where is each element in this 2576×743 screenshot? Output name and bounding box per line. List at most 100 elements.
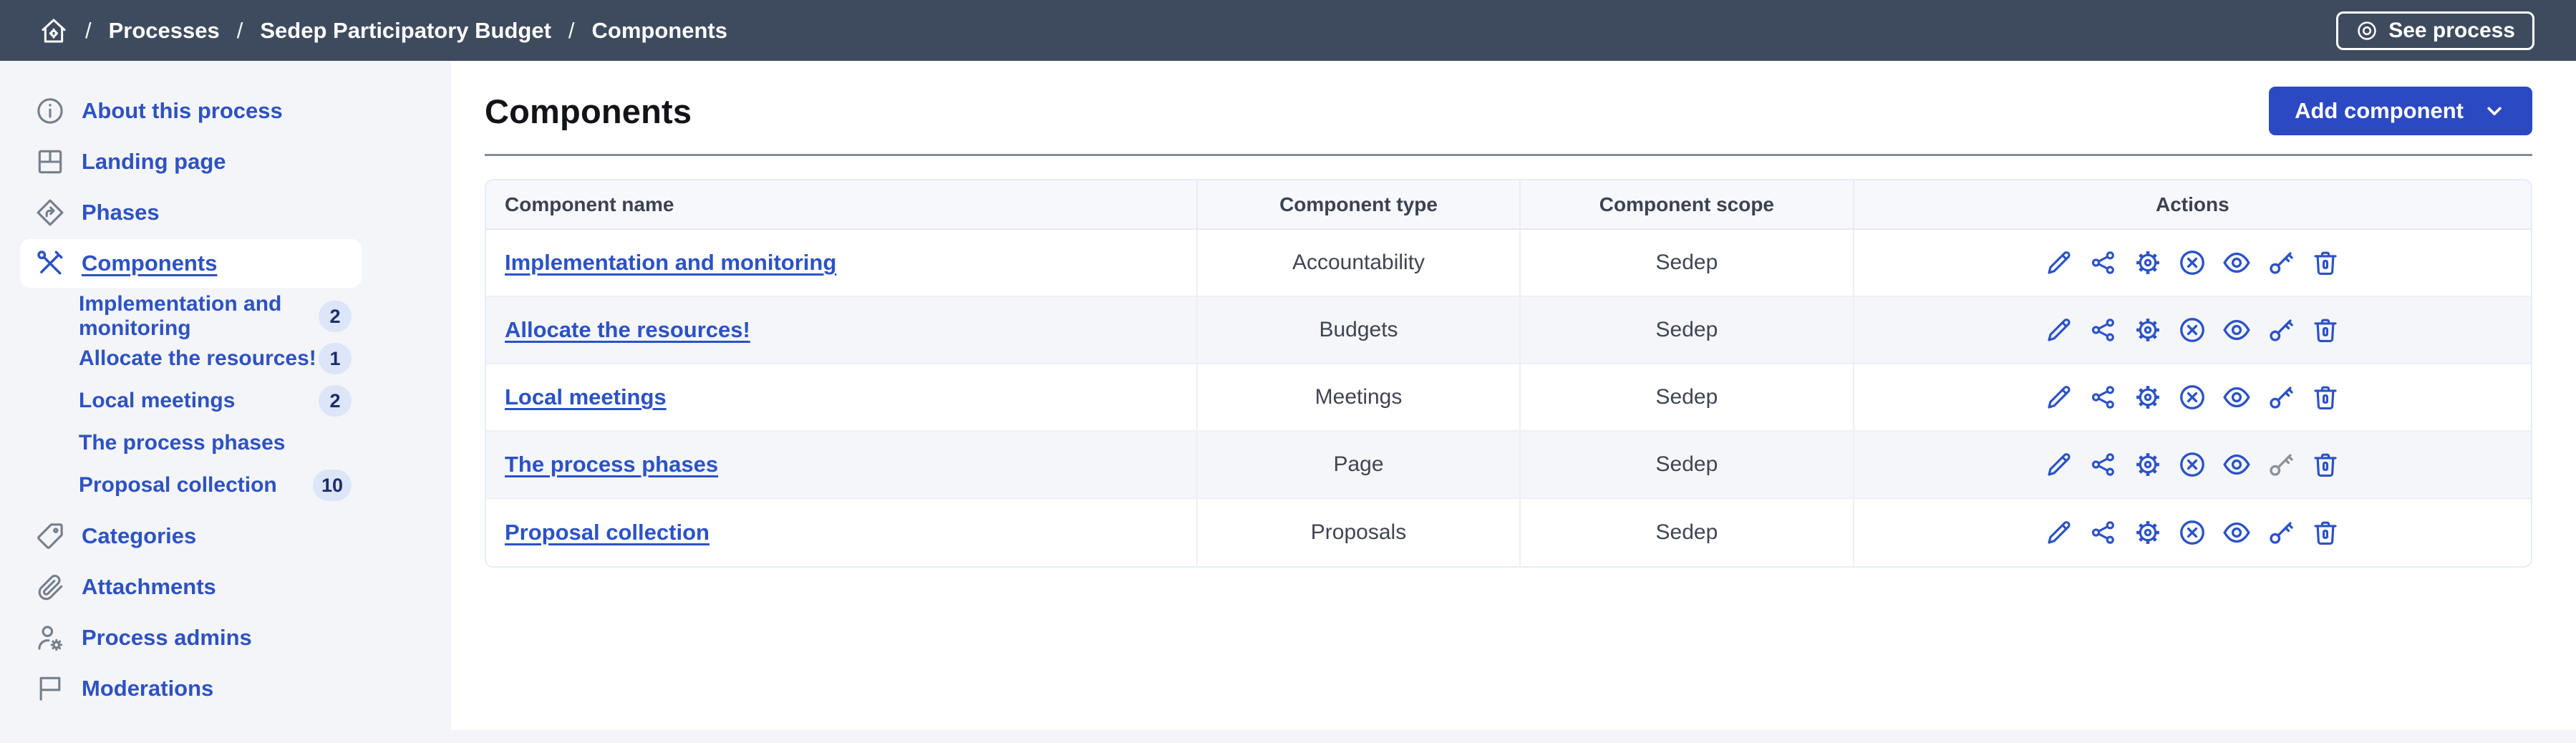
main-content: Components Add component Component name … [451, 61, 2576, 730]
component-scope-cell: Sedep [1521, 364, 1854, 432]
edit-icon[interactable] [2044, 518, 2074, 548]
permissions-key-icon[interactable] [2266, 248, 2296, 278]
components-submenu: Implementation and monitoring 2 Allocate… [0, 289, 451, 510]
breadcrumb-process-title[interactable]: Sedep Participatory Budget [260, 18, 551, 44]
unpublish-circle-x-icon[interactable] [2177, 450, 2207, 480]
breadcrumb-components[interactable]: Components [592, 18, 727, 44]
settings-icon[interactable] [2133, 382, 2163, 412]
component-type-cell: Proposals [1198, 499, 1521, 566]
preview-eye-icon[interactable] [2222, 248, 2252, 278]
flag-icon [34, 673, 66, 704]
sidebar-subitem-process-phases[interactable]: The process phases [0, 422, 451, 464]
sidebar-subitem-allocate-resources[interactable]: Allocate the resources! 1 [0, 337, 451, 379]
table-header-row: Component name Component type Component … [486, 180, 2531, 230]
preview-eye-icon[interactable] [2222, 315, 2252, 345]
sidebar-item-about[interactable]: About this process [0, 85, 451, 136]
sidebar-subitem-implementation[interactable]: Implementation and monitoring 2 [0, 295, 451, 337]
admin-top-bar: / Processes / Sedep Participatory Budget… [0, 0, 2576, 61]
sidebar-item-attachments[interactable]: Attachments [0, 561, 451, 612]
component-name-link[interactable]: Allocate the resources! [505, 317, 750, 342]
layout-grid-icon [34, 146, 66, 178]
count-badge: 1 [319, 343, 352, 374]
delete-trash-icon[interactable] [2310, 450, 2340, 480]
sidebar-item-categories[interactable]: Categories [0, 510, 451, 561]
info-circle-icon [34, 95, 66, 127]
share-icon[interactable] [2088, 450, 2119, 480]
delete-trash-icon[interactable] [2310, 248, 2340, 278]
preview-eye-icon[interactable] [2222, 518, 2252, 548]
edit-icon[interactable] [2044, 315, 2074, 345]
sidebar-subitem-local-meetings[interactable]: Local meetings 2 [0, 379, 451, 422]
count-badge: 2 [319, 385, 352, 417]
edit-icon[interactable] [2044, 248, 2074, 278]
add-component-button[interactable]: Add component [2269, 87, 2532, 135]
see-process-button[interactable]: See process [2336, 11, 2534, 50]
edit-icon[interactable] [2044, 382, 2074, 412]
column-header-component-type: Component type [1198, 180, 1521, 230]
share-icon[interactable] [2088, 518, 2119, 548]
component-type-cell: Budgets [1198, 297, 1521, 364]
breadcrumb-separator: / [85, 18, 92, 44]
permissions-key-icon[interactable] [2266, 518, 2296, 548]
chevron-down-icon [2482, 99, 2507, 123]
component-name-link[interactable]: Implementation and monitoring [505, 250, 836, 275]
delete-trash-icon[interactable] [2310, 382, 2340, 412]
component-type-cell: Meetings [1198, 364, 1521, 432]
settings-icon[interactable] [2133, 450, 2163, 480]
breadcrumb: / Processes / Sedep Participatory Budget… [39, 16, 727, 45]
unpublish-circle-x-icon[interactable] [2177, 248, 2207, 278]
table-row: Proposal collection Proposals Sedep [486, 499, 2531, 566]
breadcrumb-separator: / [568, 18, 575, 44]
preview-eye-icon[interactable] [2222, 450, 2252, 480]
page-title: Components [485, 92, 692, 131]
settings-icon[interactable] [2133, 248, 2163, 278]
delete-trash-icon[interactable] [2310, 518, 2340, 548]
title-divider [485, 154, 2532, 156]
breadcrumb-processes[interactable]: Processes [109, 18, 220, 44]
sidebar-item-landing-page[interactable]: Landing page [0, 136, 451, 187]
table-row: Local meetings Meetings Sedep [486, 364, 2531, 432]
component-scope-cell: Sedep [1521, 499, 1854, 566]
user-gear-icon [34, 622, 66, 654]
component-type-cell: Page [1198, 432, 1521, 499]
column-header-component-name: Component name [486, 180, 1198, 230]
settings-icon[interactable] [2133, 518, 2163, 548]
eye-target-icon [2355, 19, 2378, 42]
permissions-key-icon[interactable] [2266, 315, 2296, 345]
delete-trash-icon[interactable] [2310, 315, 2340, 345]
breadcrumb-separator: / [237, 18, 243, 44]
component-name-link[interactable]: Local meetings [505, 384, 667, 409]
preview-eye-icon[interactable] [2222, 382, 2252, 412]
component-scope-cell: Sedep [1521, 297, 1854, 364]
component-scope-cell: Sedep [1521, 432, 1854, 499]
unpublish-circle-x-icon[interactable] [2177, 382, 2207, 412]
count-badge: 2 [319, 301, 352, 332]
direction-sign-icon [34, 197, 66, 228]
share-icon[interactable] [2088, 315, 2119, 345]
table-row: Implementation and monitoring Accountabi… [486, 230, 2531, 297]
share-icon[interactable] [2088, 382, 2119, 412]
settings-icon[interactable] [2133, 315, 2163, 345]
component-scope-cell: Sedep [1521, 230, 1854, 297]
table-row: The process phases Page Sedep [486, 432, 2531, 499]
tools-icon [34, 248, 66, 279]
home-link[interactable] [39, 16, 68, 45]
price-tag-icon [34, 520, 66, 552]
edit-icon[interactable] [2044, 450, 2074, 480]
paperclip-icon [34, 571, 66, 603]
sidebar-item-moderations[interactable]: Moderations [0, 663, 451, 714]
component-type-cell: Accountability [1198, 230, 1521, 297]
permissions-key-icon[interactable] [2266, 450, 2296, 480]
sidebar-item-phases[interactable]: Phases [0, 187, 451, 238]
share-icon[interactable] [2088, 248, 2119, 278]
sidebar-subitem-proposal-collection[interactable]: Proposal collection 10 [0, 464, 451, 506]
permissions-key-icon[interactable] [2266, 382, 2296, 412]
unpublish-circle-x-icon[interactable] [2177, 518, 2207, 548]
component-name-link[interactable]: The process phases [505, 452, 718, 477]
unpublish-circle-x-icon[interactable] [2177, 315, 2207, 345]
component-name-link[interactable]: Proposal collection [505, 520, 710, 545]
column-header-component-scope: Component scope [1521, 180, 1854, 230]
sidebar-item-components[interactable]: Components [20, 239, 362, 288]
home-icon [39, 16, 68, 45]
sidebar-item-process-admins[interactable]: Process admins [0, 612, 451, 663]
